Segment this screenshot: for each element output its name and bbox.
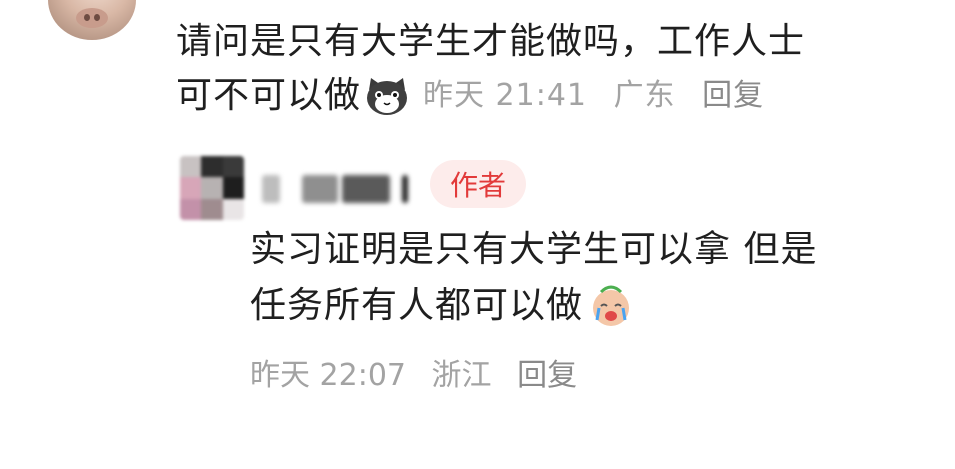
comment-time: 昨天 21:41 [423, 78, 588, 113]
reply-text-line-2: 任务所有人都可以做 [250, 280, 633, 332]
reply-text-line-1: 实习证明是只有大学生可以拿 但是 [250, 229, 818, 270]
reply-reply-button[interactable]: 回复 [517, 358, 577, 393]
comment-meta: 昨天 21:41 广东 回复 [423, 70, 780, 122]
comment-text-line-2-text: 可不可以做 [176, 75, 362, 116]
crying-baby-icon [589, 284, 633, 328]
cat-sticker-icon [365, 76, 409, 116]
author-badge: 作者 [430, 160, 527, 208]
commenter-avatar[interactable] [48, 0, 136, 40]
author-avatar[interactable] [180, 156, 244, 220]
reply-meta: 昨天 22:07 浙江 回复 [250, 350, 593, 394]
reply-location: 浙江 [431, 358, 492, 393]
comment-text-line-2: 可不可以做 昨天 21:41 广东 回复 [176, 70, 780, 122]
reply-time: 昨天 22:07 [250, 358, 406, 393]
author-name-blurred[interactable] [262, 172, 412, 206]
comment-text-line-1: 请问是只有大学生才能做吗，工作人士 [176, 21, 806, 62]
comment-location: 广东 [613, 78, 676, 113]
reply-text-line-2-text: 任务所有人都可以做 [250, 285, 584, 326]
pig-nose-decoration [76, 8, 108, 28]
comment-reply-button[interactable]: 回复 [702, 78, 764, 113]
